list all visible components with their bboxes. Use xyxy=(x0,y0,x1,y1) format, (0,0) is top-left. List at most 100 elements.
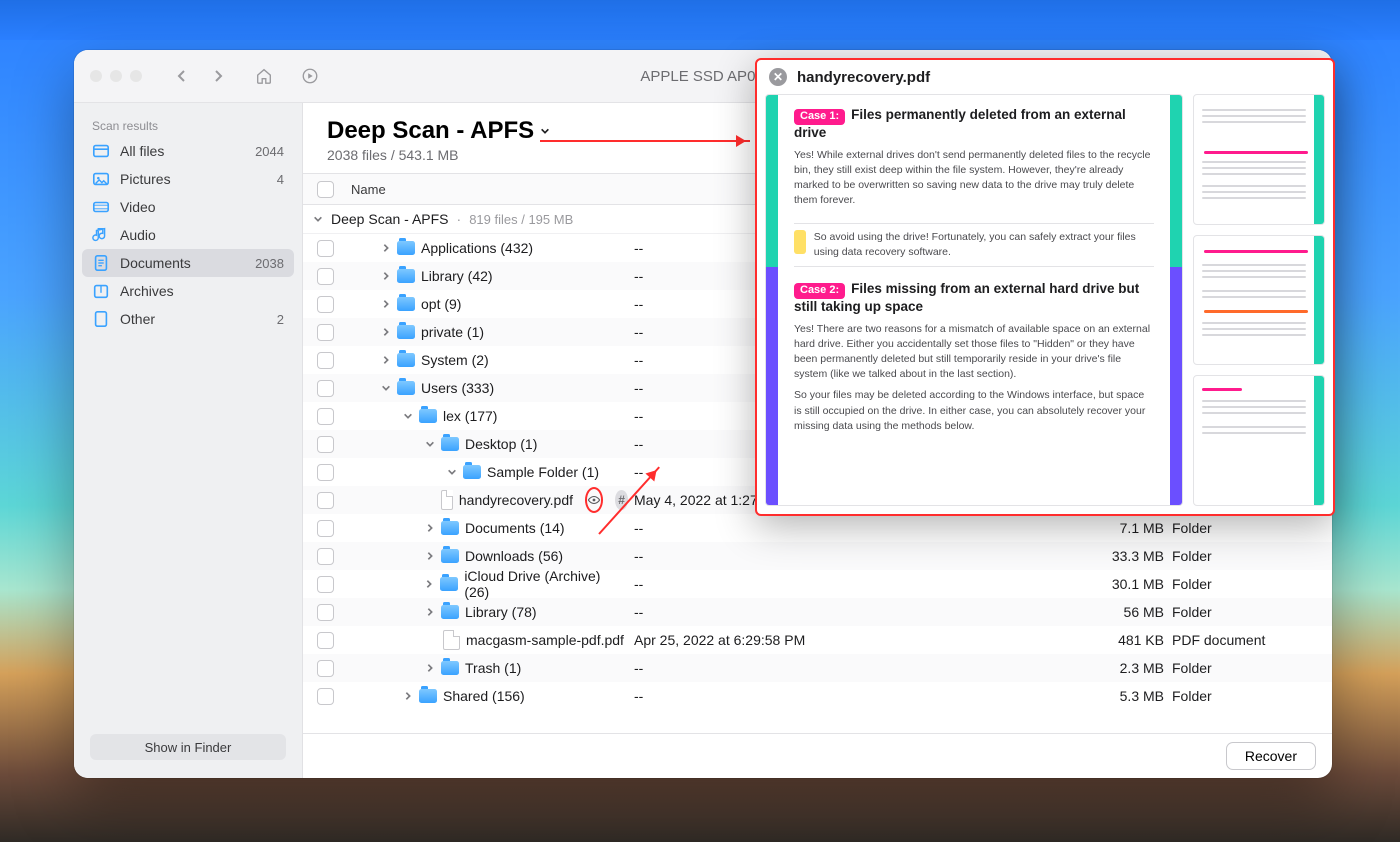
file-row[interactable]: Downloads (56)--33.3 MBFolder xyxy=(303,542,1332,570)
group-meta: 819 files / 195 MB xyxy=(469,212,573,227)
row-checkbox[interactable] xyxy=(317,464,334,481)
file-name: private (1) xyxy=(421,324,484,340)
chevron-right-icon[interactable] xyxy=(425,551,435,561)
file-row[interactable]: Documents (14)--7.1 MBFolder xyxy=(303,514,1332,542)
row-checkbox[interactable] xyxy=(317,520,334,537)
chevron-right-icon[interactable] xyxy=(425,607,435,617)
file-row[interactable]: Library (78)--56 MBFolder xyxy=(303,598,1332,626)
retry-icon xyxy=(301,67,319,85)
forward-button[interactable] xyxy=(204,64,232,88)
row-checkbox[interactable] xyxy=(317,324,334,341)
chevron-right-icon[interactable] xyxy=(425,663,435,673)
file-name: Library (42) xyxy=(421,268,493,284)
close-preview-button[interactable]: ✕ xyxy=(769,68,787,86)
sidebar-item-archives[interactable]: Archives xyxy=(82,277,294,305)
case1-tag: Case 1: xyxy=(794,109,845,125)
row-checkbox[interactable] xyxy=(317,296,334,313)
file-name: Documents (14) xyxy=(465,520,565,536)
row-checkbox[interactable] xyxy=(317,492,334,509)
case2-body2: So your files may be deleted according t… xyxy=(794,388,1154,434)
preview-button[interactable] xyxy=(585,487,603,513)
case2-title: Files missing from an external hard driv… xyxy=(794,281,1139,314)
desktop-background: APPLE SSD AP0256Q – All rec Scan results… xyxy=(0,0,1400,842)
select-all-checkbox[interactable] xyxy=(317,181,334,198)
minimize-dot[interactable] xyxy=(110,70,122,82)
allfiles-icon xyxy=(92,142,110,160)
file-date: -- xyxy=(628,548,1074,564)
sidebar-item-other[interactable]: Other2 xyxy=(82,305,294,333)
preview-document[interactable]: Case 1:Files permanently deleted from an… xyxy=(765,94,1183,506)
annotation-arrow xyxy=(540,140,750,142)
chevron-down-icon[interactable] xyxy=(381,383,391,393)
row-checkbox[interactable] xyxy=(317,352,334,369)
preview-filename: handyrecovery.pdf xyxy=(797,69,930,86)
sidebar-item-video[interactable]: Video xyxy=(82,193,294,221)
row-checkbox[interactable] xyxy=(317,548,334,565)
file-date: -- xyxy=(628,604,1074,620)
file-name: Desktop (1) xyxy=(465,436,537,452)
home-button[interactable] xyxy=(250,64,278,88)
row-checkbox[interactable] xyxy=(317,632,334,649)
row-checkbox[interactable] xyxy=(317,436,334,453)
chevron-right-icon[interactable] xyxy=(381,271,391,281)
row-checkbox[interactable] xyxy=(317,380,334,397)
chevron-down-icon[interactable] xyxy=(447,467,457,477)
sidebar-item-pictures[interactable]: Pictures4 xyxy=(82,165,294,193)
file-date: -- xyxy=(628,576,1074,592)
folder-icon xyxy=(397,269,415,283)
chevron-right-icon[interactable] xyxy=(381,355,391,365)
video-icon xyxy=(92,198,110,216)
other-icon xyxy=(92,310,110,328)
sidebar-item-count: 2038 xyxy=(255,256,284,271)
close-dot[interactable] xyxy=(90,70,102,82)
recover-button[interactable]: Recover xyxy=(1226,742,1316,770)
row-checkbox[interactable] xyxy=(317,604,334,621)
show-in-finder-button[interactable]: Show in Finder xyxy=(90,734,286,760)
folder-icon xyxy=(441,521,459,535)
file-name: handyrecovery.pdf xyxy=(459,492,573,508)
preview-title: ✕ handyrecovery.pdf xyxy=(757,60,1333,94)
sidebar-item-label: Other xyxy=(120,311,155,327)
note-text: So avoid using the drive! Fortunately, y… xyxy=(814,230,1154,260)
row-checkbox[interactable] xyxy=(317,660,334,677)
chevron-right-icon[interactable] xyxy=(381,243,391,253)
file-name: macgasm-sample-pdf.pdf xyxy=(466,632,624,648)
thumbnail[interactable] xyxy=(1193,375,1325,506)
row-checkbox[interactable] xyxy=(317,268,334,285)
row-checkbox[interactable] xyxy=(317,688,334,705)
file-date: -- xyxy=(628,660,1074,676)
sidebar-item-documents[interactable]: Documents2038 xyxy=(82,249,294,277)
sidebar-item-label: Pictures xyxy=(120,171,171,187)
retry-button[interactable] xyxy=(296,64,324,88)
zoom-dot[interactable] xyxy=(130,70,142,82)
file-row[interactable]: Trash (1)--2.3 MBFolder xyxy=(303,654,1332,682)
chevron-right-icon[interactable] xyxy=(403,691,413,701)
back-button[interactable] xyxy=(168,64,196,88)
file-name: opt (9) xyxy=(421,296,461,312)
group-label: Deep Scan - APFS xyxy=(331,211,449,227)
chevron-right-icon[interactable] xyxy=(425,523,435,533)
row-checkbox[interactable] xyxy=(317,240,334,257)
row-checkbox[interactable] xyxy=(317,576,334,593)
row-checkbox[interactable] xyxy=(317,408,334,425)
file-kind: Folder xyxy=(1172,660,1332,676)
sidebar-item-all-files[interactable]: All files2044 xyxy=(82,137,294,165)
file-row[interactable]: iCloud Drive (Archive) (26)--30.1 MBFold… xyxy=(303,570,1332,598)
chevron-right-icon[interactable] xyxy=(381,327,391,337)
file-name: Users (333) xyxy=(421,380,494,396)
chevron-right-icon[interactable] xyxy=(381,299,391,309)
chevron-down-icon[interactable] xyxy=(425,439,435,449)
chevron-down-icon[interactable] xyxy=(403,411,413,421)
file-name: Applications (432) xyxy=(421,240,533,256)
thumbnail[interactable] xyxy=(1193,235,1325,366)
file-row[interactable]: Shared (156)--5.3 MBFolder xyxy=(303,682,1332,710)
file-name: Trash (1) xyxy=(465,660,521,676)
sidebar-item-audio[interactable]: Audio xyxy=(82,221,294,249)
thumbnail[interactable] xyxy=(1193,94,1325,225)
folder-icon xyxy=(419,689,437,703)
chevron-right-icon[interactable] xyxy=(424,579,434,589)
traffic-lights xyxy=(90,70,142,82)
sidebar-item-label: Archives xyxy=(120,283,174,299)
file-row[interactable]: macgasm-sample-pdf.pdfApr 25, 2022 at 6:… xyxy=(303,626,1332,654)
file-date: -- xyxy=(628,520,1074,536)
